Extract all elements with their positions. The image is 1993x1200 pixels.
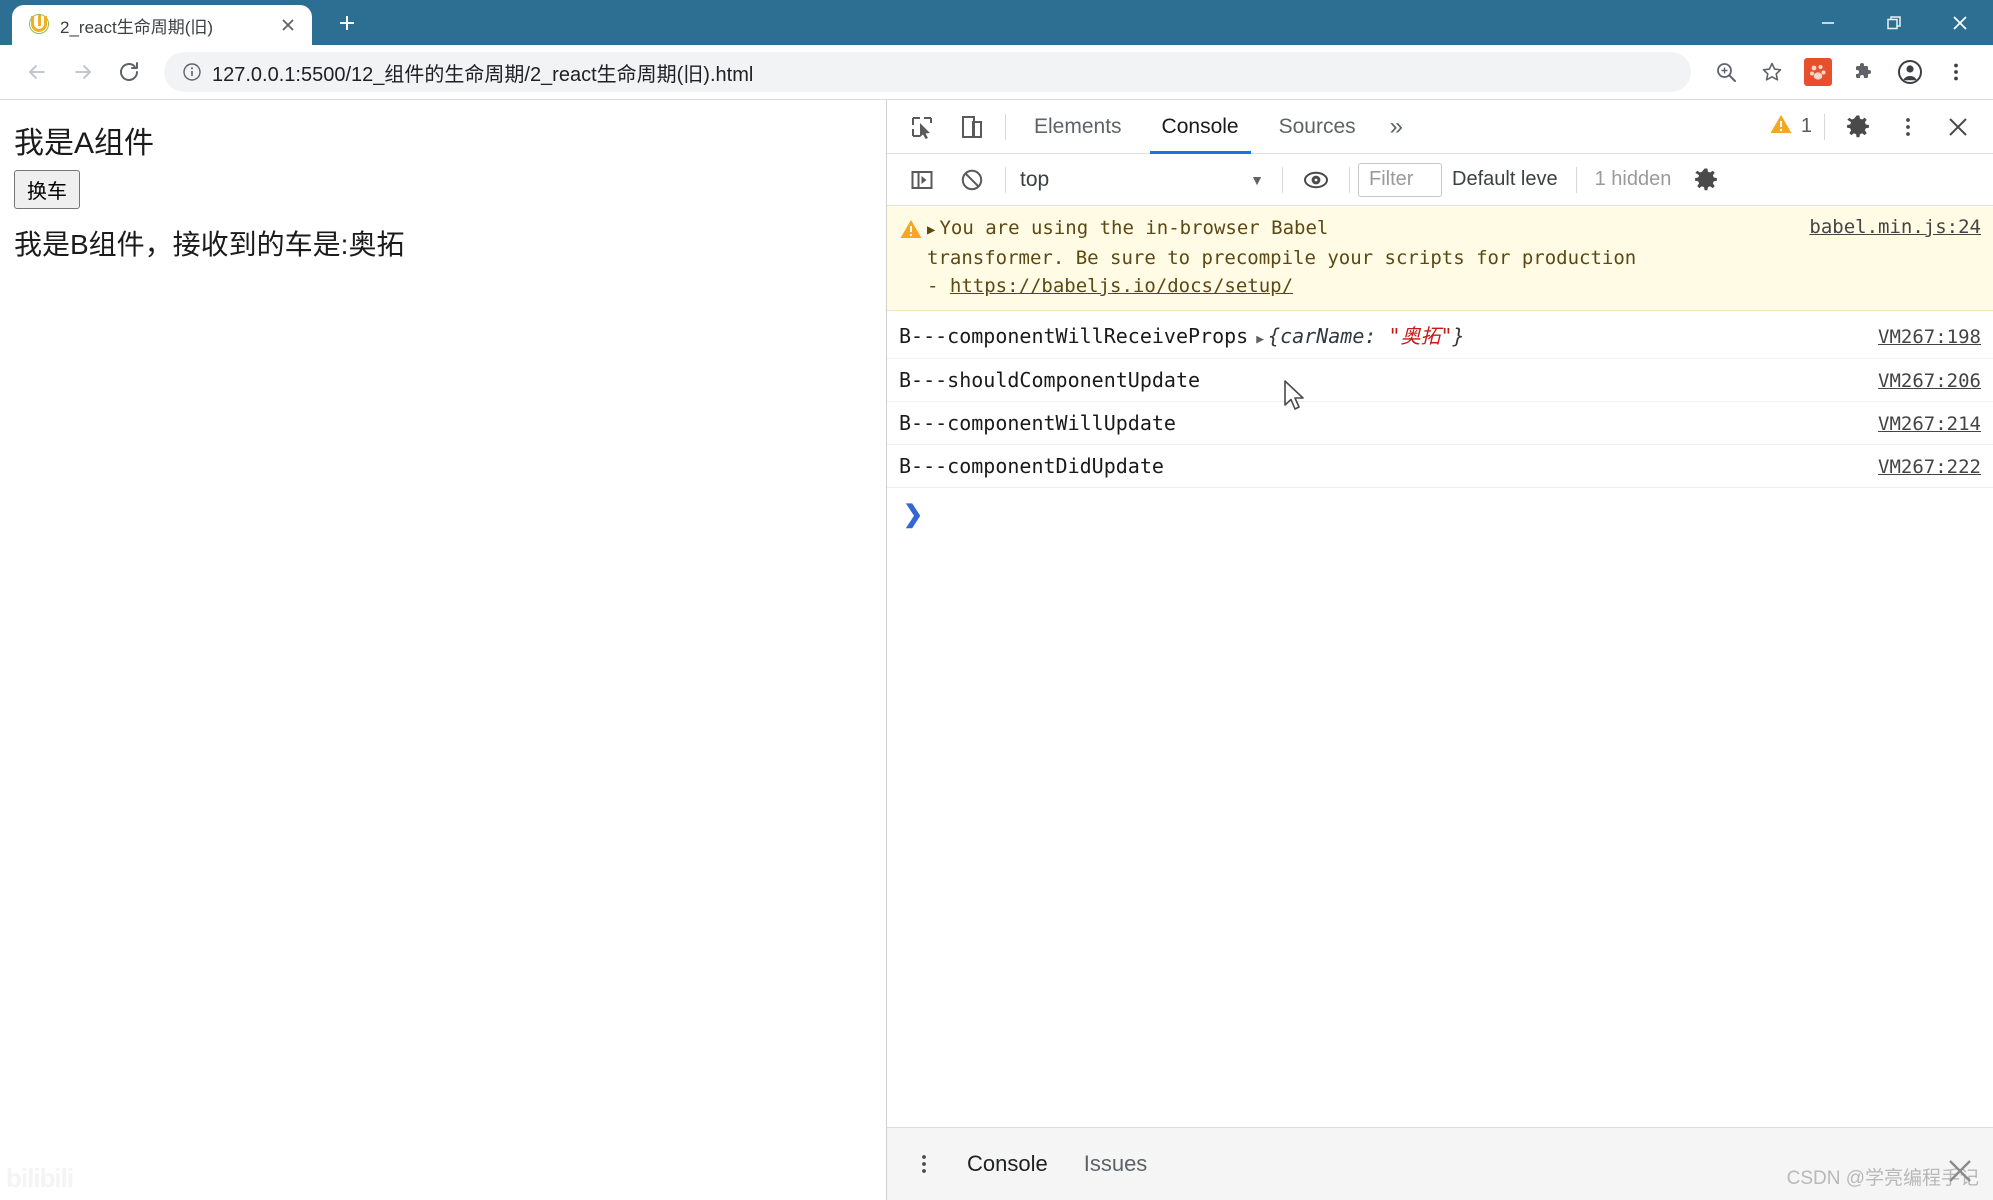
address-bar[interactable]: 127.0.0.1:5500/12_组件的生命周期/2_react生命周期(旧)…	[164, 52, 1691, 92]
log-text: B---componentWillUpdate	[899, 411, 1176, 435]
console-prompt[interactable]: ❯	[887, 488, 1993, 541]
reload-icon[interactable]	[106, 49, 152, 95]
expand-triangle-icon[interactable]: ▶	[927, 222, 935, 238]
warning-count-text: 1	[1800, 115, 1812, 137]
warning-line-1: You are using the in-browser Babel	[939, 217, 1329, 239]
log-text: B---componentDidUpdate	[899, 454, 1164, 478]
kebab-menu-icon[interactable]	[899, 1142, 949, 1186]
viewport: 我是A组件 换车 我是B组件，接收到的车是:奥拓 bilibili Elemen…	[0, 100, 1993, 1200]
console-messages: ▶ You are using the in-browser Babel tran…	[887, 206, 1993, 1127]
close-icon[interactable]	[276, 13, 300, 37]
tab-strip: 2_react生命周期(旧)	[0, 0, 368, 45]
device-toolbar-icon[interactable]	[947, 105, 997, 149]
watermark-x-icon	[1945, 1156, 1975, 1186]
object-preview: {carName: "奥拓"}	[1268, 324, 1465, 348]
new-tab-button[interactable]	[326, 4, 368, 42]
console-log-row[interactable]: B---componentDidUpdate VM267:222	[887, 445, 1993, 488]
browser-window: 2_react生命周期(旧) 127.0.0.1:5500/12_组件的生命周期…	[0, 0, 1993, 1200]
bilibili-watermark: bilibili	[6, 1163, 74, 1193]
web-page-content: 我是A组件 换车 我是B组件，接收到的车是:奥拓 bilibili	[0, 100, 886, 1200]
gear-icon[interactable]	[1833, 105, 1883, 149]
devtools-drawer: Console Issues CSDN @学亮编程手记	[887, 1127, 1993, 1200]
url-text: 127.0.0.1:5500/12_组件的生命周期/2_react生命周期(旧)…	[212, 63, 754, 86]
live-expression-icon[interactable]	[1291, 158, 1341, 202]
console-settings-gear-icon[interactable]	[1681, 158, 1731, 202]
divider	[1282, 166, 1283, 193]
source-link[interactable]: babel.min.js:24	[1795, 214, 1981, 238]
puzzle-extensions-icon[interactable]	[1841, 49, 1887, 95]
live-server-icon	[28, 14, 50, 36]
maximize-restore-icon[interactable]	[1861, 0, 1927, 45]
log-level-select[interactable]: Default leve	[1442, 168, 1568, 191]
drawer-tab-issues[interactable]: Issues	[1066, 1128, 1166, 1200]
console-filter-bar: top ▼ Filter Default leve 1 hidden	[887, 154, 1993, 206]
warning-text: ▶ You are using the in-browser Babel tran…	[927, 214, 1795, 300]
extension-red-icon[interactable]	[1795, 49, 1841, 95]
window-close-icon[interactable]	[1927, 0, 1993, 45]
minimize-icon[interactable]	[1795, 0, 1861, 45]
source-link[interactable]: VM267:206	[1864, 370, 1981, 392]
console-sidebar-icon[interactable]	[897, 158, 947, 202]
console-warning-message[interactable]: ▶ You are using the in-browser Babel tran…	[887, 206, 1993, 311]
component-b-text: 我是B组件，接收到的车是:奥拓	[14, 229, 405, 260]
browser-menu-icon[interactable]	[1933, 49, 1979, 95]
tab-elements[interactable]: Elements	[1014, 100, 1142, 154]
divider	[1824, 113, 1825, 140]
divider	[1005, 166, 1006, 193]
console-log-row[interactable]: B---componentWillUpdate VM267:214	[887, 402, 1993, 445]
object-close: }	[1452, 324, 1465, 348]
log-text: B---componentWillReceiveProps ▶ {carName: …	[899, 320, 1465, 349]
kebab-menu-icon[interactable]	[1883, 105, 1933, 149]
devtools-topbar-right: 1	[1769, 105, 1983, 149]
console-context-selector[interactable]: top ▼	[1014, 168, 1274, 192]
more-tabs-icon[interactable]: »	[1376, 100, 1417, 154]
clear-console-icon[interactable]	[947, 158, 997, 202]
close-devtools-icon[interactable]	[1933, 105, 1983, 149]
prompt-arrow-icon: ❯	[903, 501, 924, 528]
source-link[interactable]: VM267:222	[1864, 456, 1981, 478]
console-log-row[interactable]: B---componentWillReceiveProps ▶ {carName: …	[887, 311, 1993, 359]
warning-triangle-icon	[1769, 112, 1793, 142]
context-label: top	[1020, 167, 1050, 191]
babel-docs-link[interactable]: https://babeljs.io/docs/setup/	[950, 275, 1293, 297]
tab-title: 2_react生命周期(旧)	[60, 17, 214, 37]
profile-avatar-icon[interactable]	[1887, 49, 1933, 95]
window-controls	[1795, 0, 1993, 45]
info-circle-icon[interactable]	[182, 62, 206, 82]
tab-sources[interactable]: Sources	[1259, 100, 1376, 154]
warning-count-badge[interactable]: 1	[1769, 112, 1816, 142]
inspect-element-icon[interactable]	[897, 105, 947, 149]
change-car-button[interactable]: 换车	[14, 170, 80, 209]
divider	[1349, 166, 1350, 193]
browser-tab[interactable]: 2_react生命周期(旧)	[12, 5, 312, 45]
source-link[interactable]: VM267:198	[1864, 326, 1981, 348]
drawer-tab-console[interactable]: Console	[949, 1128, 1066, 1200]
bookmark-star-icon[interactable]	[1749, 49, 1795, 95]
filter-input[interactable]: Filter	[1358, 162, 1442, 197]
divider	[1575, 166, 1577, 193]
chevron-down-icon: ▼	[1250, 171, 1264, 188]
log-text: B---shouldComponentUpdate	[899, 368, 1201, 392]
back-icon[interactable]	[14, 49, 60, 95]
title-bar: 2_react生命周期(旧)	[0, 0, 1993, 45]
component-a-heading: 我是A组件	[14, 127, 155, 160]
hidden-messages-count: 1 hidden	[1594, 168, 1672, 190]
devtools-topbar: Elements Console Sources » 1	[887, 100, 1993, 154]
zoom-icon[interactable]	[1703, 49, 1749, 95]
devtools-panel: Elements Console Sources » 1 top ▼ Filte…	[886, 100, 1993, 1200]
warning-line-3-prefix: -	[927, 275, 950, 297]
console-log-row[interactable]: B---shouldComponentUpdate VM267:206	[887, 359, 1993, 402]
object-string-value: "奥拓"	[1388, 324, 1453, 348]
log-label: B---componentWillReceiveProps	[899, 324, 1249, 348]
object-open: {carName:	[1268, 324, 1389, 348]
divider	[1005, 113, 1006, 140]
devtools-tabs: Elements Console Sources »	[1014, 100, 1417, 154]
forward-icon[interactable]	[60, 49, 106, 95]
expand-object-triangle-icon[interactable]: ▶	[1248, 332, 1268, 347]
source-link[interactable]: VM267:214	[1864, 413, 1981, 435]
browser-toolbar: 127.0.0.1:5500/12_组件的生命周期/2_react生命周期(旧)…	[0, 45, 1993, 100]
tab-console[interactable]: Console	[1142, 100, 1259, 154]
warning-triangle-icon	[899, 214, 927, 246]
warning-line-2: transformer. Be sure to precompile your …	[927, 247, 1637, 269]
